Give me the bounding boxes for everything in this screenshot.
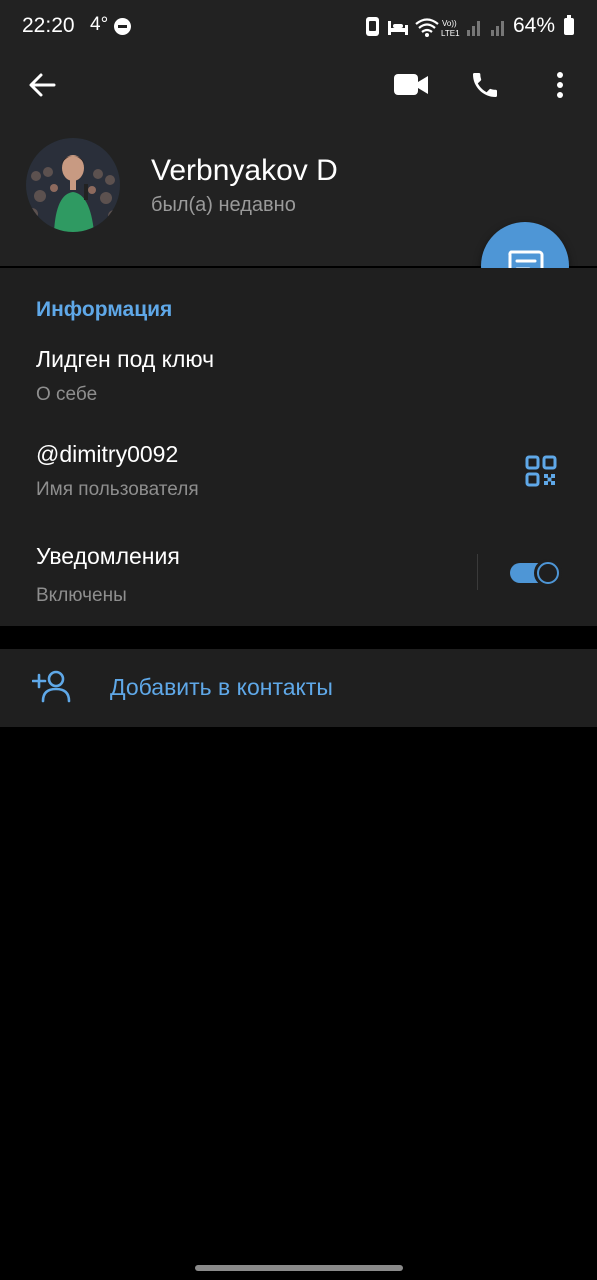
volte-icon: Vo)) — [442, 19, 457, 28]
home-indicator[interactable] — [195, 1265, 403, 1271]
dnd-icon — [114, 18, 131, 35]
avatar-photo — [26, 138, 120, 232]
status-bar: 22:20 4° Vo)) LTE1 64% — [0, 0, 597, 56]
section-title: Информация — [36, 298, 173, 321]
nfc-icon — [366, 17, 379, 36]
add-user-icon — [32, 670, 71, 703]
avatar[interactable] — [26, 138, 120, 232]
phone-icon[interactable] — [469, 69, 501, 101]
qr-code-icon[interactable] — [525, 455, 557, 487]
wifi-icon — [415, 18, 439, 33]
contact-name: Verbnyakov D — [151, 154, 338, 187]
signal-icon — [467, 21, 480, 36]
wifi-dot — [425, 33, 429, 37]
bio-value: Лидген под ключ — [36, 346, 215, 372]
info-section: Информация Лидген под ключ О себе @dimit… — [0, 268, 597, 626]
notifications-status: Включены — [36, 585, 127, 606]
arrow-left-icon[interactable] — [26, 69, 58, 101]
video-camera-icon[interactable] — [393, 72, 429, 98]
add-to-contacts-row[interactable]: Добавить в контакты — [0, 649, 597, 727]
status-time: 22:20 — [22, 14, 75, 37]
username-label: Имя пользователя — [36, 479, 199, 500]
username-value: @dimitry0092 — [36, 441, 179, 467]
battery-icon — [564, 15, 574, 35]
bed-icon — [388, 21, 408, 35]
last-seen-status: был(а) недавно — [151, 194, 296, 216]
toggle-knob — [534, 559, 562, 587]
battery-percent: 64% — [513, 14, 556, 37]
signal-icon-2 — [491, 21, 504, 36]
status-temperature: 4° — [90, 14, 109, 35]
more-vertical-icon[interactable] — [552, 70, 568, 100]
notifications-toggle[interactable] — [510, 559, 563, 587]
notifications-title: Уведомления — [36, 543, 180, 569]
add-to-contacts-label: Добавить в контакты — [110, 674, 333, 700]
bio-label: О себе — [36, 384, 98, 405]
svg-text:LTE1: LTE1 — [441, 29, 460, 38]
app-bar — [0, 56, 597, 116]
row-divider — [477, 554, 478, 590]
status-icons: Vo)) LTE1 — [366, 17, 504, 38]
